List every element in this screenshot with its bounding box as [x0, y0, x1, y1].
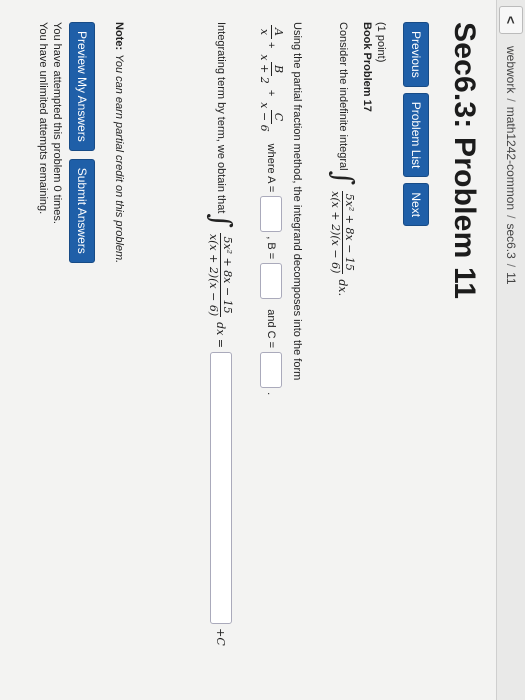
- integrate-text: Integrating term by term, we obtain that: [215, 22, 227, 214]
- page-title: Sec6.3: Problem 11: [448, 22, 481, 300]
- integrand-denominator: x(x + 2)(x − 6): [329, 191, 343, 274]
- preview-answers-button[interactable]: Preview My Answers: [69, 22, 95, 151]
- answer-actions: Preview My Answers Submit Answers: [69, 22, 95, 263]
- integrand-fraction: 5x² + 8x − 15 x(x + 2)(x − 6): [330, 188, 357, 276]
- next-button[interactable]: Next: [403, 183, 429, 227]
- book-problem-label: Book Problem 17: [361, 22, 373, 112]
- partial-fraction-row: A x + B x + 2 + C x − 6 where A = , B = …: [258, 22, 285, 395]
- chevron-left-icon: <: [503, 15, 519, 25]
- pf-term-a: A x: [258, 25, 285, 39]
- integral-sign: ∫: [327, 170, 360, 186]
- note-text: You can earn partial credit on this prob…: [113, 54, 125, 264]
- integration-row: Integrating term by term, we obtain that…: [205, 22, 238, 646]
- answer-b-input[interactable]: [260, 263, 283, 300]
- dx-equals: dx =: [214, 322, 228, 349]
- integrand-denominator: x(x + 2)(x − 6): [207, 233, 221, 317]
- breadcrumb-course[interactable]: math1242-common: [504, 107, 518, 210]
- photo-stage: < webwork / math1242-common / sec6.3 / 1…: [0, 0, 525, 700]
- pf-b-numerator: B: [271, 62, 285, 77]
- pf-term-c: C x − 6: [258, 99, 285, 134]
- integrand-numerator: 5x² + 8x − 15: [220, 233, 235, 317]
- webwork-page: < webwork / math1242-common / sec6.3 / 1…: [0, 0, 525, 700]
- integrand-numerator: 5x² + 8x − 15: [342, 190, 357, 274]
- pf-a-denominator: x: [258, 28, 271, 36]
- breadcrumb: webwork / math1242-common / sec6.3 / 11: [504, 46, 518, 285]
- antiderivative-input[interactable]: [210, 352, 232, 625]
- points-label: (1 point): [375, 22, 387, 63]
- submit-answers-button[interactable]: Submit Answers: [69, 158, 95, 263]
- pf-b-denominator: x + 2: [258, 54, 271, 84]
- problem-nav: Previous Problem List Next: [403, 22, 429, 227]
- c-label: and C =: [265, 309, 278, 349]
- note-row: Note: You can earn partial credit on thi…: [113, 22, 125, 263]
- note-label: Note:: [113, 22, 125, 51]
- integral-sign: ∫: [205, 213, 238, 228]
- intro-text: Consider the indefinite integral: [337, 22, 349, 171]
- period: .: [265, 392, 278, 396]
- breadcrumb-webwork[interactable]: webwork: [504, 46, 518, 93]
- integrand-fraction-2: 5x² + 8x − 15 x(x + 2)(x − 6): [208, 231, 235, 319]
- breadcrumb-separator: /: [504, 215, 518, 219]
- breadcrumb-separator: /: [504, 98, 518, 102]
- where-a-label: where A =: [265, 143, 278, 193]
- previous-button[interactable]: Previous: [403, 22, 429, 87]
- integral-statement: Consider the indefinite integral ∫ 5x² +…: [327, 22, 360, 297]
- pf-term-b: B x + 2: [258, 51, 285, 86]
- dx-label: dx.: [336, 279, 350, 297]
- remaining-status: You have unlimited attempts remaining.: [37, 22, 49, 215]
- back-button[interactable]: <: [499, 6, 523, 34]
- breadcrumb-problem: 11: [504, 272, 518, 285]
- answer-a-input[interactable]: [260, 196, 283, 233]
- breadcrumb-separator: /: [504, 263, 518, 268]
- answer-c-input[interactable]: [260, 352, 283, 389]
- breadcrumb-set[interactable]: sec6.3: [504, 223, 518, 258]
- pf-c-numerator: C: [271, 109, 285, 125]
- browser-bar: < webwork / math1242-common / sec6.3 / 1…: [496, 0, 525, 700]
- plus-c-label: +C: [214, 628, 228, 646]
- b-label: , B =: [265, 236, 278, 260]
- pf-c-denominator: x − 6: [258, 102, 271, 132]
- pf-a-numerator: A: [271, 25, 285, 39]
- pf-instruction: Using the partial fraction method, the i…: [291, 22, 303, 381]
- attempted-status: You have attempted this problem 0 times.: [51, 22, 63, 224]
- problem-list-button[interactable]: Problem List: [403, 92, 429, 178]
- plus-sign: +: [265, 41, 278, 49]
- plus-sign: +: [265, 89, 278, 97]
